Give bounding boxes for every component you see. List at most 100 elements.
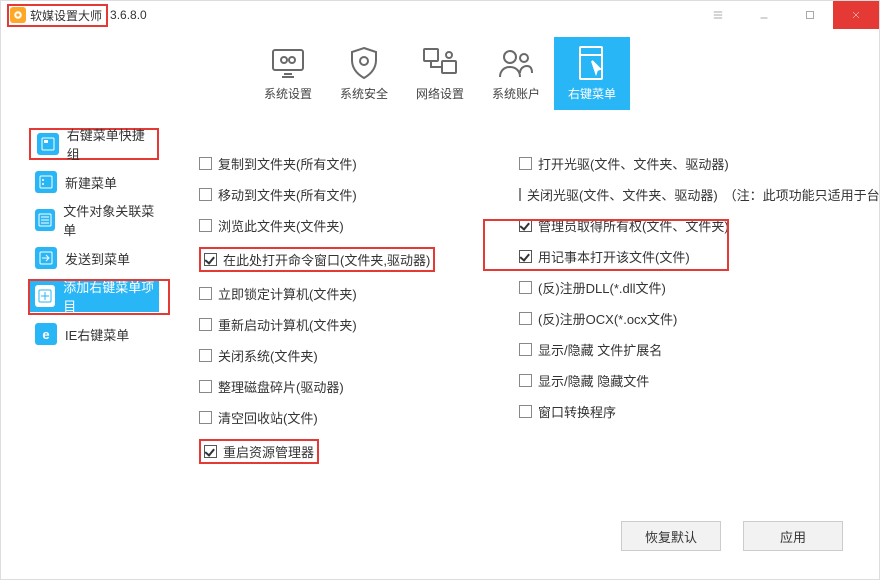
- sidebar-item-label: 右键菜单快捷组: [67, 125, 157, 163]
- tab-system-security[interactable]: 系统安全: [326, 37, 402, 110]
- sidebar-item-label: 新建菜单: [65, 173, 117, 192]
- option-right-7[interactable]: 显示/隐藏 隐藏文件: [519, 371, 879, 390]
- options-pane: 复制到文件夹(所有文件) 移动到文件夹(所有文件) 浏览此文件夹(文件夹) 在此处打开…: [159, 128, 879, 579]
- checkbox-icon: [199, 188, 212, 201]
- checkbox-icon: [199, 380, 212, 393]
- option-label: 浏览此文件夹(文件夹): [218, 216, 344, 235]
- option-note: （注：此项功能只适用于台式机）: [724, 185, 880, 204]
- sidebar-item-ie-context[interactable]: e IE右键菜单: [29, 318, 159, 350]
- sidebar: 右键菜单快捷组 新建菜单 文件对象关联菜单 发送到菜单: [29, 128, 159, 579]
- option-right-8[interactable]: 窗口转换程序: [519, 402, 879, 421]
- send-icon: [35, 247, 57, 269]
- option-label: 管理员取得所有权(文件、文件夹): [538, 216, 729, 235]
- assoc-icon: [35, 209, 55, 231]
- checkbox-icon: [519, 374, 532, 387]
- option-left-2[interactable]: 浏览此文件夹(文件夹): [199, 216, 479, 235]
- sidebar-item-label: 添加右键菜单项目: [63, 277, 159, 315]
- app-name: 软媒设置大师: [30, 7, 102, 24]
- checkbox-icon: [199, 318, 212, 331]
- checkbox-icon: [199, 349, 212, 362]
- option-label: 重新启动计算机(文件夹): [218, 315, 357, 334]
- users-icon: [478, 43, 554, 83]
- option-right-3[interactable]: 用记事本打开该文件(文件): [519, 247, 879, 266]
- restore-default-button[interactable]: 恢复默认: [621, 521, 721, 551]
- checkbox-icon: [519, 250, 532, 263]
- checkbox-icon: [199, 287, 212, 300]
- sidebar-item-file-assoc[interactable]: 文件对象关联菜单: [29, 204, 159, 236]
- sidebar-item-label: 发送到菜单: [65, 249, 130, 268]
- option-right-6[interactable]: 显示/隐藏 文件扩展名: [519, 340, 879, 359]
- option-label: 打开光驱(文件、文件夹、驱动器): [538, 154, 729, 173]
- menu-button[interactable]: [695, 1, 741, 29]
- tab-context-menu[interactable]: 右键菜单: [554, 37, 630, 110]
- option-right-4[interactable]: (反)注册DLL(*.dll文件): [519, 278, 879, 297]
- option-right-0[interactable]: 打开光驱(文件、文件夹、驱动器): [519, 154, 879, 173]
- sidebar-item-new-menu[interactable]: 新建菜单: [29, 166, 159, 198]
- sidebar-item-quick-group[interactable]: 右键菜单快捷组: [29, 128, 159, 160]
- close-button[interactable]: [833, 1, 879, 29]
- option-label: 重启资源管理器: [223, 442, 314, 461]
- option-label: 移动到文件夹(所有文件): [218, 185, 357, 204]
- option-left-9[interactable]: 重启资源管理器: [204, 442, 314, 461]
- checkbox-icon: [519, 219, 532, 232]
- ie-icon: e: [35, 323, 57, 345]
- shield-gear-icon: [326, 43, 402, 83]
- top-tabs: 系统设置 系统安全 网络设置 系统账户 右键菜单: [1, 37, 879, 110]
- option-left-8[interactable]: 清空回收站(文件): [199, 408, 479, 427]
- option-left-4[interactable]: 立即锁定计算机(文件夹): [199, 284, 479, 303]
- tab-system-settings[interactable]: 系统设置: [250, 37, 326, 110]
- option-label: 关闭光驱(文件、文件夹、驱动器): [527, 185, 718, 204]
- option-left-0[interactable]: 复制到文件夹(所有文件): [199, 154, 479, 173]
- checkbox-icon: [204, 253, 217, 266]
- option-label: 显示/隐藏 文件扩展名: [538, 340, 662, 359]
- tab-system-accounts[interactable]: 系统账户: [478, 37, 554, 110]
- option-label: 复制到文件夹(所有文件): [218, 154, 357, 173]
- tab-network-settings[interactable]: 网络设置: [402, 37, 478, 110]
- checkbox-icon: [204, 445, 217, 458]
- option-label: 关闭系统(文件夹): [218, 346, 318, 365]
- option-left-5[interactable]: 重新启动计算机(文件夹): [199, 315, 479, 334]
- content-area: 右键菜单快捷组 新建菜单 文件对象关联菜单 发送到菜单: [1, 128, 879, 579]
- app-icon: [10, 7, 26, 23]
- sidebar-item-sendto[interactable]: 发送到菜单: [29, 242, 159, 274]
- checkbox-icon: [519, 281, 532, 294]
- left-column: 复制到文件夹(所有文件) 移动到文件夹(所有文件) 浏览此文件夹(文件夹) 在此处打开…: [199, 154, 479, 579]
- maximize-button[interactable]: [787, 1, 833, 29]
- sidebar-item-add-context[interactable]: 添加右键菜单项目: [29, 280, 159, 312]
- option-left-3[interactable]: 在此处打开命令窗口(文件夹,驱动器): [204, 250, 430, 269]
- titlebar: 软媒设置大师 3.6.8.0: [1, 1, 879, 29]
- option-right-2[interactable]: 管理员取得所有权(文件、文件夹): [519, 216, 879, 235]
- sidebar-item-label: IE右键菜单: [65, 325, 129, 344]
- checkbox-icon: [519, 188, 521, 201]
- checkbox-icon: [199, 157, 212, 170]
- option-label: (反)注册OCX(*.ocx文件): [538, 309, 677, 328]
- option-right-1[interactable]: 关闭光驱(文件、文件夹、驱动器) （注：此项功能只适用于台式机）: [519, 185, 879, 204]
- app-version: 3.6.8.0: [110, 8, 147, 22]
- option-label: (反)注册DLL(*.dll文件): [538, 278, 666, 297]
- option-label: 整理磁盘碎片(驱动器): [218, 377, 344, 396]
- checkbox-icon: [519, 405, 532, 418]
- option-label: 用记事本打开该文件(文件): [538, 247, 690, 266]
- minimize-button[interactable]: [741, 1, 787, 29]
- checkbox-icon: [199, 411, 212, 424]
- option-left-7[interactable]: 整理磁盘碎片(驱动器): [199, 377, 479, 396]
- option-label: 在此处打开命令窗口(文件夹,驱动器): [223, 250, 430, 269]
- option-right-5[interactable]: (反)注册OCX(*.ocx文件): [519, 309, 879, 328]
- right-column: 打开光驱(文件、文件夹、驱动器) 关闭光驱(文件、文件夹、驱动器) （注：此项功能只…: [519, 154, 879, 579]
- context-menu-icon: [554, 43, 630, 83]
- option-left-6[interactable]: 关闭系统(文件夹): [199, 346, 479, 365]
- sidebar-item-label: 文件对象关联菜单: [63, 201, 159, 239]
- monitor-gear-icon: [250, 43, 326, 83]
- checkbox-icon: [199, 219, 212, 232]
- option-left-1[interactable]: 移动到文件夹(所有文件): [199, 185, 479, 204]
- new-icon: [35, 171, 57, 193]
- add-icon: [35, 285, 55, 307]
- network-gear-icon: [402, 43, 478, 83]
- list-icon: [37, 133, 59, 155]
- app-window: 软媒设置大师 3.6.8.0 系统设置: [0, 0, 880, 580]
- checkbox-icon: [519, 343, 532, 356]
- option-label: 清空回收站(文件): [218, 408, 318, 427]
- option-label: 窗口转换程序: [538, 402, 616, 421]
- checkbox-icon: [519, 157, 532, 170]
- apply-button[interactable]: 应用: [743, 521, 843, 551]
